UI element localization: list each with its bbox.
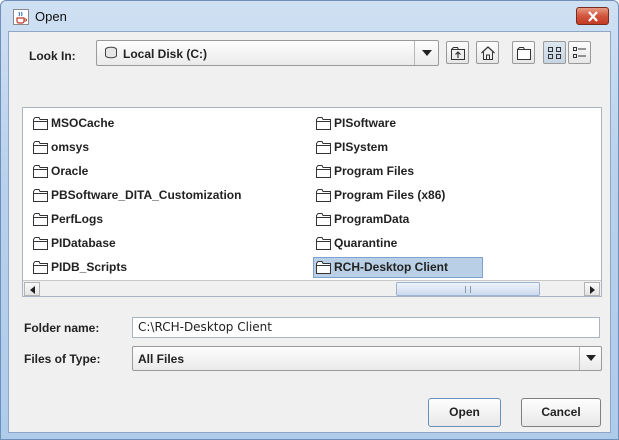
details-view-icon [573,47,586,58]
folder-icon [316,213,331,226]
file-list[interactable]: MSOCache omsys Oracle PBSoftware_DITA_Cu… [22,107,602,297]
file-name: RCH-Desktop Client [334,260,449,274]
cancel-button[interactable]: Cancel [521,398,601,427]
file-name: Quarantine [334,236,398,250]
new-folder-icon [517,47,531,60]
scrollbar-thumb[interactable] [396,282,540,296]
list-view-button[interactable] [543,41,566,64]
open-button[interactable]: Open [428,398,501,427]
home-button[interactable] [476,41,499,64]
folder-icon [33,189,48,202]
file-name: ProgramData [334,212,410,226]
up-one-level-button[interactable] [446,41,469,64]
folder-icon [316,189,331,202]
open-dialog: Open Look In: Local Disk (C:) MSOCache o… [0,0,619,440]
home-icon [481,46,495,60]
file-name: PIDB_Scripts [51,260,128,274]
details-view-button[interactable] [568,41,591,64]
folder-icon [316,117,331,130]
folder-name-label: Folder name: [24,321,100,335]
close-icon [588,11,598,22]
look-in-value: Local Disk (C:) [123,47,208,61]
scrollbar-grip [465,286,471,293]
window-title: Open [35,9,67,24]
title-bar[interactable]: Open [1,1,618,31]
scroll-left-button[interactable] [24,282,40,296]
file-name: Oracle [51,164,89,178]
file-name: PISystem [334,140,389,154]
close-button[interactable] [576,7,609,25]
chevron-right-icon [590,286,595,294]
file-name: omsys [51,140,90,154]
files-of-type-label: Files of Type: [24,352,101,366]
folder-icon [33,237,48,250]
folder-icon [316,141,331,154]
disk-icon [105,46,117,59]
files-of-type-combo[interactable]: All Files [132,346,602,371]
new-folder-button[interactable] [512,41,535,64]
list-view-icon [548,47,561,59]
folder-icon [33,165,48,178]
folder-icon [316,165,331,178]
folder-icon [33,261,48,274]
files-of-type-value: All Files [138,352,185,366]
chevron-left-icon [30,286,35,294]
file-name: PIDatabase [51,236,116,250]
look-in-combo[interactable]: Local Disk (C:) [96,40,439,66]
look-in-label: Look In: [29,49,76,63]
file-name: Program Files (x86) [334,188,446,202]
file-name: PBSoftware_DITA_Customization [51,188,242,202]
folder-icon [33,117,48,130]
files-of-type-dropdown-button[interactable] [579,347,601,370]
folder-icon [316,237,331,250]
look-in-dropdown-button[interactable] [414,41,438,65]
up-one-level-icon [451,47,465,60]
chevron-down-icon [586,355,596,361]
folder-icon [33,213,48,226]
scroll-right-button[interactable] [584,282,600,296]
file-name: Program Files [334,164,415,178]
file-name: PerfLogs [51,212,104,226]
folder-icon [316,261,331,274]
folder-icon [33,141,48,154]
horizontal-scrollbar[interactable] [23,280,601,296]
folder-name-field[interactable]: C:\RCH-Desktop Client [132,317,600,338]
chevron-down-icon [422,50,432,56]
file-name: MSOCache [51,116,115,130]
file-name: PISoftware [334,116,397,130]
java-cup-icon [13,9,29,25]
dialog-body: Look In: Local Disk (C:) MSOCache omsys … [8,31,611,433]
